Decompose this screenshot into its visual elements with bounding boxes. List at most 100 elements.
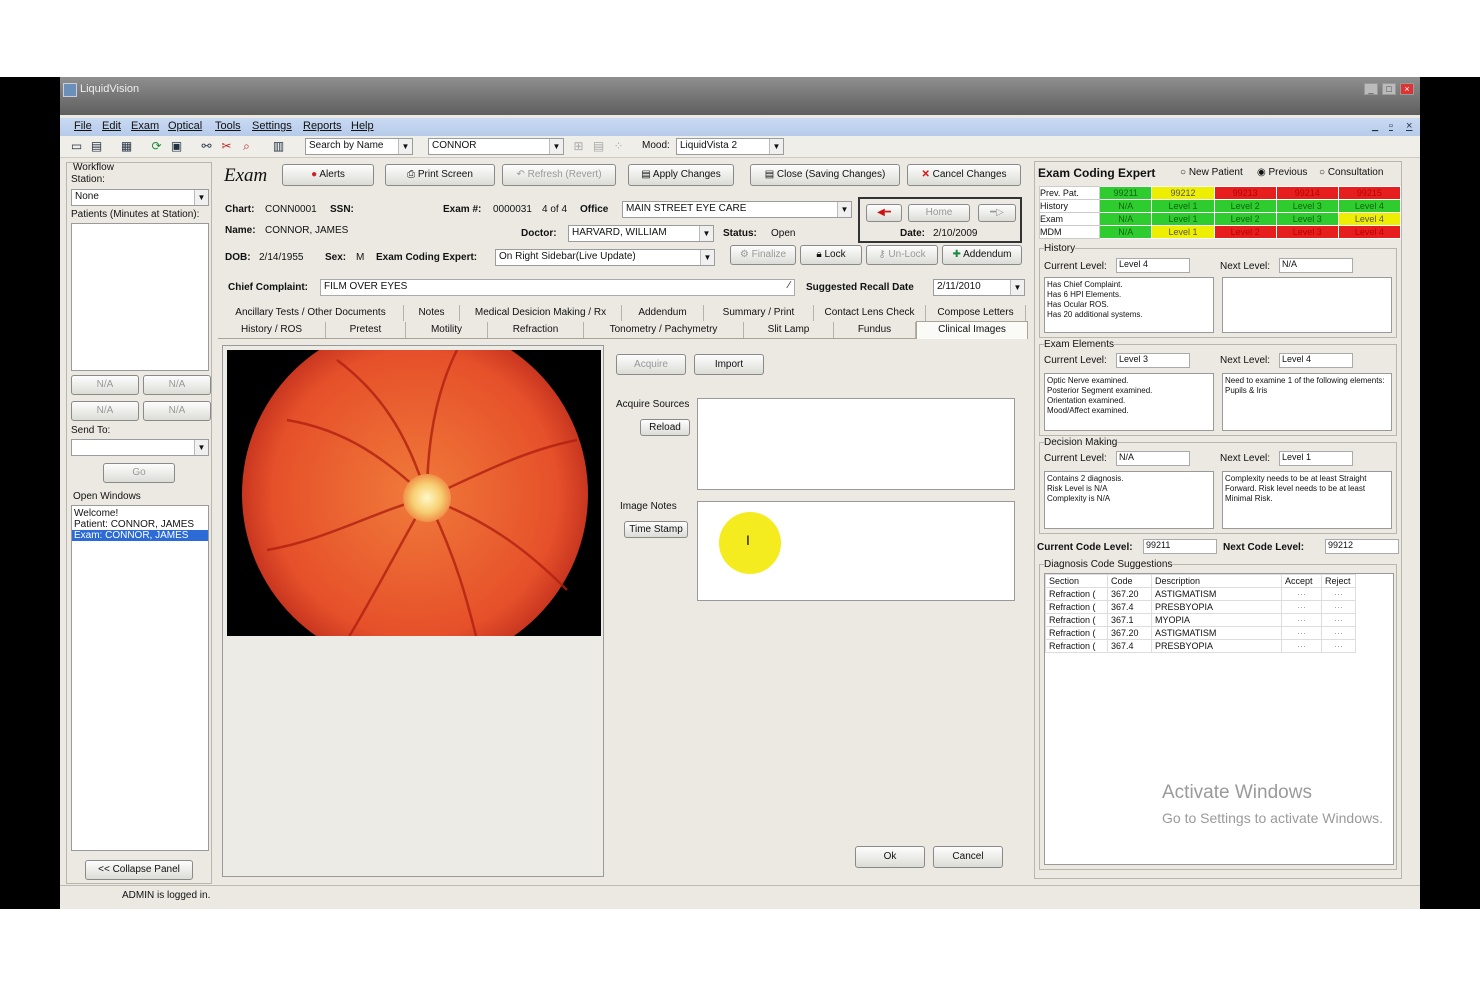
table-row[interactable]: Refraction (367.4 PRESBYOPIA ··· ··· [1045,600,1356,614]
tab-motility[interactable]: Motility [406,322,488,338]
patients-list[interactable] [71,223,209,371]
tab-pretest[interactable]: Pretest [326,322,406,338]
reject-button[interactable]: ··· [1321,587,1356,601]
mood-select[interactable]: LiquidVista 2 ▼ [676,138,784,155]
image-notes-textarea[interactable]: I [697,501,1015,601]
accept-button[interactable]: ··· [1281,613,1322,627]
glasses-icon[interactable]: ⚯ [200,140,213,153]
office-select[interactable]: MAIN STREET EYE CARE ▼ [622,201,852,218]
new-icon[interactable]: ▭ [70,140,83,153]
mdi-minimize-icon[interactable]: _ [1372,120,1378,132]
unlock-button[interactable]: ⚷ Un-Lock [866,245,938,265]
menu-settings[interactable]: Settings [252,120,292,132]
menu-exam[interactable]: Exam [131,120,159,132]
lock-button[interactable]: 🔒︎ Lock [800,245,862,265]
column-header[interactable]: Code [1107,574,1152,588]
cancel-changes-button[interactable]: ✕ Cancel Changes [907,164,1021,186]
monitor-icon[interactable]: ▣ [170,140,183,153]
na-button-1[interactable]: N/A [71,375,139,395]
acquire-sources-list[interactable] [697,398,1015,490]
tab-ancillary-tests[interactable]: Ancillary Tests / Other Documents [218,305,404,321]
minimize-icon[interactable]: _ [1364,83,1378,95]
mdi-restore-icon[interactable]: ▫ [1389,120,1393,132]
column-header[interactable]: Section [1045,574,1108,588]
apply-changes-button[interactable]: ▤ Apply Changes [628,164,734,186]
menu-tools[interactable]: Tools [215,120,241,132]
table-row[interactable]: Refraction (367.20 ASTIGMATISM ··· ··· [1045,587,1356,601]
forward-arrow-icon[interactable]: ━▷ [978,204,1016,222]
import-button[interactable]: Import [694,354,764,375]
print-screen-button[interactable]: ⎙ Print Screen [385,164,495,186]
back-arrow-icon[interactable]: ◀━ [866,204,902,222]
tab-refraction[interactable]: Refraction [488,322,584,338]
collapse-panel-button[interactable]: << Collapse Panel [85,860,193,880]
table-row[interactable]: Refraction (367.20 ASTIGMATISM ··· ··· [1045,626,1356,640]
accept-button[interactable]: ··· [1281,587,1322,601]
image-viewer[interactable] [222,345,604,877]
search-mode-select[interactable]: Search by Name ▼ [305,138,413,155]
na-button-4[interactable]: N/A [143,401,211,421]
radio-consultation[interactable]: ○ Consultation [1319,167,1383,178]
menu-file[interactable]: File [74,120,92,132]
column-header[interactable]: Description [1151,574,1282,588]
reject-button[interactable]: ··· [1321,639,1356,653]
tab-notes[interactable]: Notes [404,305,460,321]
reload-button[interactable]: Reload [640,419,690,436]
coding-expert-select[interactable]: On Right Sidebar(Live Update) ▼ [495,249,715,266]
home-button[interactable]: Home [908,204,970,222]
alerts-button[interactable]: ● Alerts [282,164,374,186]
close-icon[interactable]: × [1400,83,1414,95]
menu-help[interactable]: Help [351,120,374,132]
maximize-icon[interactable]: □ [1382,83,1396,95]
patient-search-input[interactable]: CONNOR ▼ [428,138,564,155]
cancel-button[interactable]: Cancel [933,846,1003,868]
refresh-icon[interactable]: ⟳ [150,140,163,153]
list-item-selected[interactable]: Exam: CONNOR, JAMES [72,530,208,541]
search-patient-icon[interactable]: ⌕ [240,140,253,153]
column-header[interactable]: Reject [1321,574,1356,588]
tab-summary-print[interactable]: Summary / Print [704,305,814,321]
time-stamp-button[interactable]: Time Stamp [624,521,688,538]
tools-icon[interactable]: ✂ [220,140,233,153]
open-icon[interactable]: ▤ [90,140,103,153]
accept-button[interactable]: ··· [1281,626,1322,640]
accept-button[interactable]: ··· [1281,639,1322,653]
edit-pen-icon[interactable]: ∕ [788,280,790,291]
tab-tonometry[interactable]: Tonometry / Pachymetry [584,322,744,338]
reject-button[interactable]: ··· [1321,600,1356,614]
radio-new-patient[interactable]: ○ New Patient [1180,167,1243,178]
list-item[interactable]: Welcome! [72,506,208,519]
tab-history-ros[interactable]: History / ROS [218,322,326,338]
table-row[interactable]: Refraction (367.1 MYOPIA ··· ··· [1045,613,1356,627]
send-to-select[interactable]: ▼ [71,439,209,456]
reject-button[interactable]: ··· [1321,626,1356,640]
table-row[interactable]: Refraction (367.4 PRESBYOPIA ··· ··· [1045,639,1356,653]
radio-previous[interactable]: ◉ Previous [1257,167,1307,178]
tab-addendum[interactable]: Addendum [622,305,704,321]
go-button[interactable]: Go [103,463,175,483]
ok-button[interactable]: Ok [855,846,925,868]
recall-date-select[interactable]: 2/11/2010 ▼ [933,279,1025,296]
chief-complaint-field[interactable]: FILM OVER EYES ∕ [320,279,795,296]
tab-medical-decision[interactable]: Medical Desicion Making / Rx [460,305,622,321]
calculator-icon[interactable]: ▥ [272,140,285,153]
finalize-button[interactable]: ⚙ Finalize [730,245,796,265]
column-header[interactable]: Accept [1281,574,1322,588]
tab-contact-lens-check[interactable]: Contact Lens Check [814,305,926,321]
station-select[interactable]: None ▼ [71,189,209,206]
menu-optical[interactable]: Optical [168,120,202,132]
save-icon[interactable]: ▤ [592,140,605,153]
close-saving-button[interactable]: ▤ Close (Saving Changes) [750,164,900,186]
na-button-2[interactable]: N/A [143,375,211,395]
acquire-button[interactable]: Acquire [616,354,686,375]
accept-button[interactable]: ··· [1281,600,1322,614]
tab-clinical-images[interactable]: Clinical Images [916,321,1028,339]
tab-compose-letters[interactable]: Compose Letters [926,305,1026,321]
grid-icon[interactable]: ⊞ [572,140,585,153]
calendar-icon[interactable]: ▦ [120,140,133,153]
list-item[interactable]: Patient: CONNOR, JAMES [72,519,208,530]
refresh-revert-button[interactable]: ↶ Refresh (Revert) [502,164,616,186]
mdi-close-icon[interactable]: × [1406,120,1412,132]
reject-button[interactable]: ··· [1321,613,1356,627]
addendum-button[interactable]: ✚ Addendum [942,245,1022,265]
